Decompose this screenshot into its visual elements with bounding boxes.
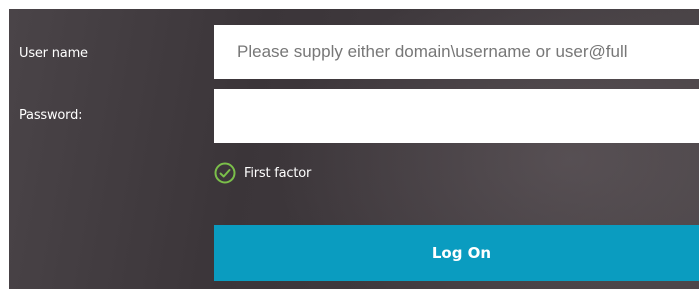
check-circle-icon <box>214 162 236 184</box>
password-label: Password: <box>19 108 83 123</box>
login-panel: User name Password: First factor Log On <box>9 9 699 289</box>
username-field[interactable] <box>214 25 699 79</box>
password-field[interactable] <box>214 89 699 143</box>
first-factor-status: First factor <box>214 162 311 184</box>
first-factor-label: First factor <box>244 165 312 181</box>
log-on-button[interactable]: Log On <box>214 225 699 281</box>
username-label: User name <box>19 46 88 61</box>
